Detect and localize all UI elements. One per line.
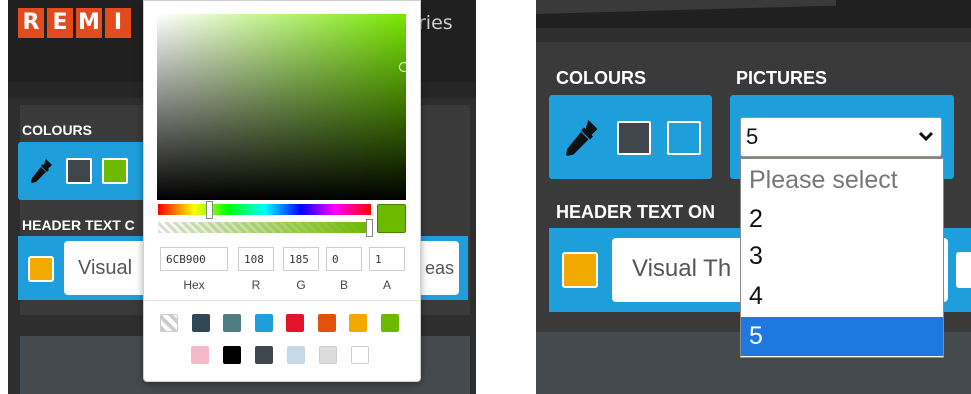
pictures-dropdown-list: Please select 2 3 4 5 xyxy=(740,158,944,358)
preset-swatch[interactable] xyxy=(191,346,209,364)
dropdown-option[interactable]: 4 xyxy=(741,277,943,316)
preset-swatch[interactable] xyxy=(287,346,305,364)
color-preview xyxy=(377,204,406,233)
preset-swatch[interactable] xyxy=(380,314,399,332)
alpha-slider[interactable] xyxy=(158,222,371,233)
alpha-label: A xyxy=(382,278,391,292)
eyedropper-icon[interactable] xyxy=(560,117,602,159)
colours-label: COLOURS xyxy=(556,68,646,88)
preset-swatch[interactable] xyxy=(191,314,210,332)
preset-swatch[interactable] xyxy=(317,314,336,332)
hex-input[interactable]: 6CB900 xyxy=(160,247,228,271)
dropdown-option[interactable]: 3 xyxy=(741,237,943,276)
logo-letter: M xyxy=(76,8,102,38)
preset-swatch[interactable] xyxy=(351,346,369,364)
site-logo[interactable]: R E M I xyxy=(18,8,131,38)
saturation-cursor[interactable] xyxy=(399,62,409,72)
logo-letter: R xyxy=(18,8,44,38)
saturation-area[interactable] xyxy=(157,14,406,200)
colour-swatch-dark[interactable] xyxy=(617,121,651,155)
alpha-slider-handle[interactable] xyxy=(366,219,373,237)
secondary-input-edge[interactable] xyxy=(956,252,971,288)
dropdown-option-placeholder[interactable]: Please select xyxy=(741,161,943,200)
header-text-label: HEADER TEXT ON xyxy=(556,202,716,222)
preset-swatch[interactable] xyxy=(255,346,273,364)
preset-swatch[interactable] xyxy=(223,314,241,332)
preset-swatch[interactable] xyxy=(254,314,273,332)
header-text-input-value: Visual Th xyxy=(632,255,732,282)
header-text-label: HEADER TEXT C xyxy=(22,217,135,233)
blue-input[interactable]: 0 xyxy=(326,247,362,271)
colour-swatch-dark[interactable] xyxy=(66,158,92,184)
preset-swatch[interactable] xyxy=(223,346,241,364)
header-colour-swatch[interactable] xyxy=(562,252,598,288)
preset-swatch[interactable] xyxy=(286,314,304,332)
preset-swatch[interactable] xyxy=(349,314,367,332)
logo-letter: I xyxy=(105,8,131,38)
preset-swatch-transparent[interactable] xyxy=(160,314,178,332)
hex-label: Hex xyxy=(183,278,205,292)
dropdown-option-selected[interactable]: 5 xyxy=(741,317,943,356)
header-colour-swatch[interactable] xyxy=(28,256,54,282)
blue-label: B xyxy=(339,278,348,292)
pictures-select-value: 5 xyxy=(746,124,759,149)
header-text-input-tail: eas xyxy=(425,258,455,278)
nav-link-partial[interactable]: ries xyxy=(418,12,453,34)
pictures-select[interactable] xyxy=(740,117,942,157)
header-text-input-value: Visual xyxy=(78,257,133,279)
alpha-input[interactable]: 1 xyxy=(369,247,405,271)
hue-slider-handle[interactable] xyxy=(206,201,213,219)
green-input[interactable]: 185 xyxy=(283,247,319,271)
red-input[interactable]: 108 xyxy=(238,247,274,271)
colours-label: COLOURS xyxy=(22,122,92,138)
chevron-down-icon[interactable] xyxy=(918,130,934,142)
eyedropper-icon[interactable] xyxy=(28,157,54,185)
picker-divider xyxy=(144,300,420,301)
colour-swatch-blue[interactable] xyxy=(667,121,701,155)
red-label: R xyxy=(251,278,261,292)
logo-letter: E xyxy=(47,8,73,38)
green-label: G xyxy=(296,278,306,292)
colour-swatch-green[interactable] xyxy=(102,158,128,184)
dropdown-option[interactable]: 2 xyxy=(741,200,943,239)
pictures-label: PICTURES xyxy=(736,68,828,88)
hue-slider[interactable] xyxy=(158,204,371,215)
preset-swatch[interactable] xyxy=(319,346,337,364)
